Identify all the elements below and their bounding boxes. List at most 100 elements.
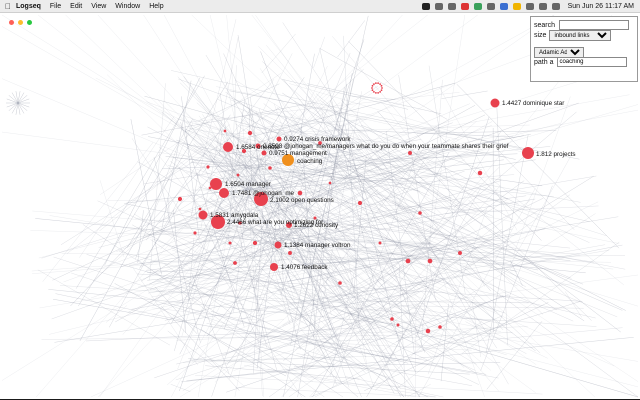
- graph-edge: [158, 288, 313, 382]
- status-app-icon[interactable]: [499, 2, 508, 10]
- control-center-icon[interactable]: [551, 2, 560, 10]
- close-button[interactable]: [9, 20, 14, 25]
- graph-node-label: 1.4076 feedback: [281, 264, 328, 271]
- graph-edge: [17, 98, 30, 104]
- graph-edge: [391, 200, 526, 288]
- graph-node[interactable]: [219, 188, 229, 198]
- graph-node[interactable]: [276, 136, 282, 142]
- graph-edge: [6, 98, 19, 104]
- graph-node[interactable]: [490, 98, 500, 108]
- graph-edge: [402, 305, 584, 309]
- graph-edge: [8, 102, 19, 111]
- size-select[interactable]: inbound links: [549, 30, 612, 41]
- menu-view[interactable]: View: [91, 3, 106, 10]
- graph-node[interactable]: [270, 263, 278, 271]
- graph-node: [371, 89, 374, 92]
- menu-file[interactable]: File: [50, 3, 61, 10]
- graph-node-label: 1.2622 curiosity: [294, 222, 339, 229]
- graph-edge: [17, 102, 28, 111]
- path-input[interactable]: [557, 57, 628, 67]
- graph-node: [377, 91, 380, 94]
- graph-edge: [318, 221, 571, 249]
- menu-help[interactable]: Help: [149, 3, 163, 10]
- graph-node-label: 1.6504 manager: [225, 181, 271, 188]
- graph-edge: [143, 14, 241, 164]
- graph-edge: [6, 102, 19, 108]
- graph-node: [297, 190, 303, 196]
- graph-node: [371, 87, 373, 89]
- graph-edge: [249, 68, 620, 184]
- status-app-icon[interactable]: [460, 2, 469, 10]
- status-app-icon[interactable]: [512, 2, 521, 10]
- graph-node: [338, 281, 342, 285]
- graph-edge: [564, 291, 582, 318]
- graph-edge: [107, 200, 219, 202]
- graph-edge: [1, 131, 241, 164]
- graph-node: [252, 240, 258, 246]
- search-label: search: [534, 21, 556, 29]
- graph-edge: [36, 162, 241, 398]
- graph-node-label: 0.9274 crisis framework: [284, 136, 351, 143]
- path-label: path a: [534, 58, 554, 66]
- zoom-button[interactable]: [27, 20, 32, 25]
- graph-edge: [39, 242, 431, 309]
- status-app-icon[interactable]: [421, 2, 430, 10]
- status-app-icon[interactable]: [473, 2, 482, 10]
- graph-node[interactable]: [210, 178, 222, 190]
- clock[interactable]: Sun Jun 26 11:17 AM: [568, 3, 634, 10]
- search-icon[interactable]: [538, 2, 547, 10]
- graph-node: [377, 82, 380, 85]
- graph-node: [268, 166, 272, 170]
- graph-edge: [416, 130, 557, 134]
- graph-edge: [8, 95, 19, 104]
- graph-edge: [395, 200, 531, 302]
- graph-node: [357, 200, 363, 206]
- menu-window[interactable]: Window: [115, 3, 140, 10]
- graph-edge: [37, 269, 171, 346]
- graph-edge: [184, 195, 250, 292]
- graph-edge: [480, 185, 553, 371]
- menu-bar:  Logseq File Edit View Window Help Sun …: [0, 0, 640, 13]
- graph-edge: [1, 78, 251, 184]
- graph-node: [378, 241, 382, 245]
- graph-node: [233, 261, 237, 265]
- app-menu[interactable]: Logseq: [16, 3, 41, 10]
- graph-node[interactable]: [223, 142, 233, 152]
- graph-edge: [491, 178, 543, 187]
- graph-node: [374, 82, 377, 85]
- graph-edge: [244, 364, 416, 398]
- wifi-icon[interactable]: [525, 2, 534, 10]
- menu-edit[interactable]: Edit: [70, 3, 82, 10]
- graph-edge: [429, 242, 595, 398]
- graph-node-label: 1.812 projects: [536, 151, 576, 158]
- graph-node-label: 1.5831 amygdala: [210, 212, 259, 219]
- minimize-button[interactable]: [18, 20, 23, 25]
- graph-node: [328, 181, 332, 185]
- graph-edge: [340, 99, 492, 247]
- graph-node: [380, 84, 383, 87]
- graph-node-label: 1.7481 @johogan_me: [232, 190, 295, 197]
- graph-node: [425, 328, 431, 334]
- graph-node[interactable]: [261, 150, 267, 156]
- search-input[interactable]: [559, 20, 630, 30]
- graph-node: [438, 325, 442, 329]
- graph-edge: [153, 156, 201, 343]
- status-app-icon[interactable]: [447, 2, 456, 10]
- status-app-icon[interactable]: [486, 2, 495, 10]
- graph-node-label: 0.8598 @johogan_me/managers what do you …: [263, 143, 509, 150]
- graph-node: [396, 323, 400, 327]
- graph-node: [288, 251, 292, 255]
- graph-node[interactable]: [198, 210, 208, 220]
- graph-node[interactable]: [522, 147, 534, 159]
- status-app-icon[interactable]: [434, 2, 443, 10]
- graph-node[interactable]: [274, 241, 282, 249]
- graph-edge: [496, 105, 508, 346]
- graph-node: [405, 258, 411, 264]
- graph-edge: [255, 345, 335, 365]
- graph-node-label: 0.9751 management: [269, 150, 327, 157]
- status-icons: Sun Jun 26 11:17 AM: [421, 2, 640, 10]
- graph-edge: [391, 200, 438, 224]
- graph-node: [379, 83, 382, 85]
- apple-menu-icon[interactable]: : [0, 2, 16, 11]
- graph-edge: [349, 312, 639, 388]
